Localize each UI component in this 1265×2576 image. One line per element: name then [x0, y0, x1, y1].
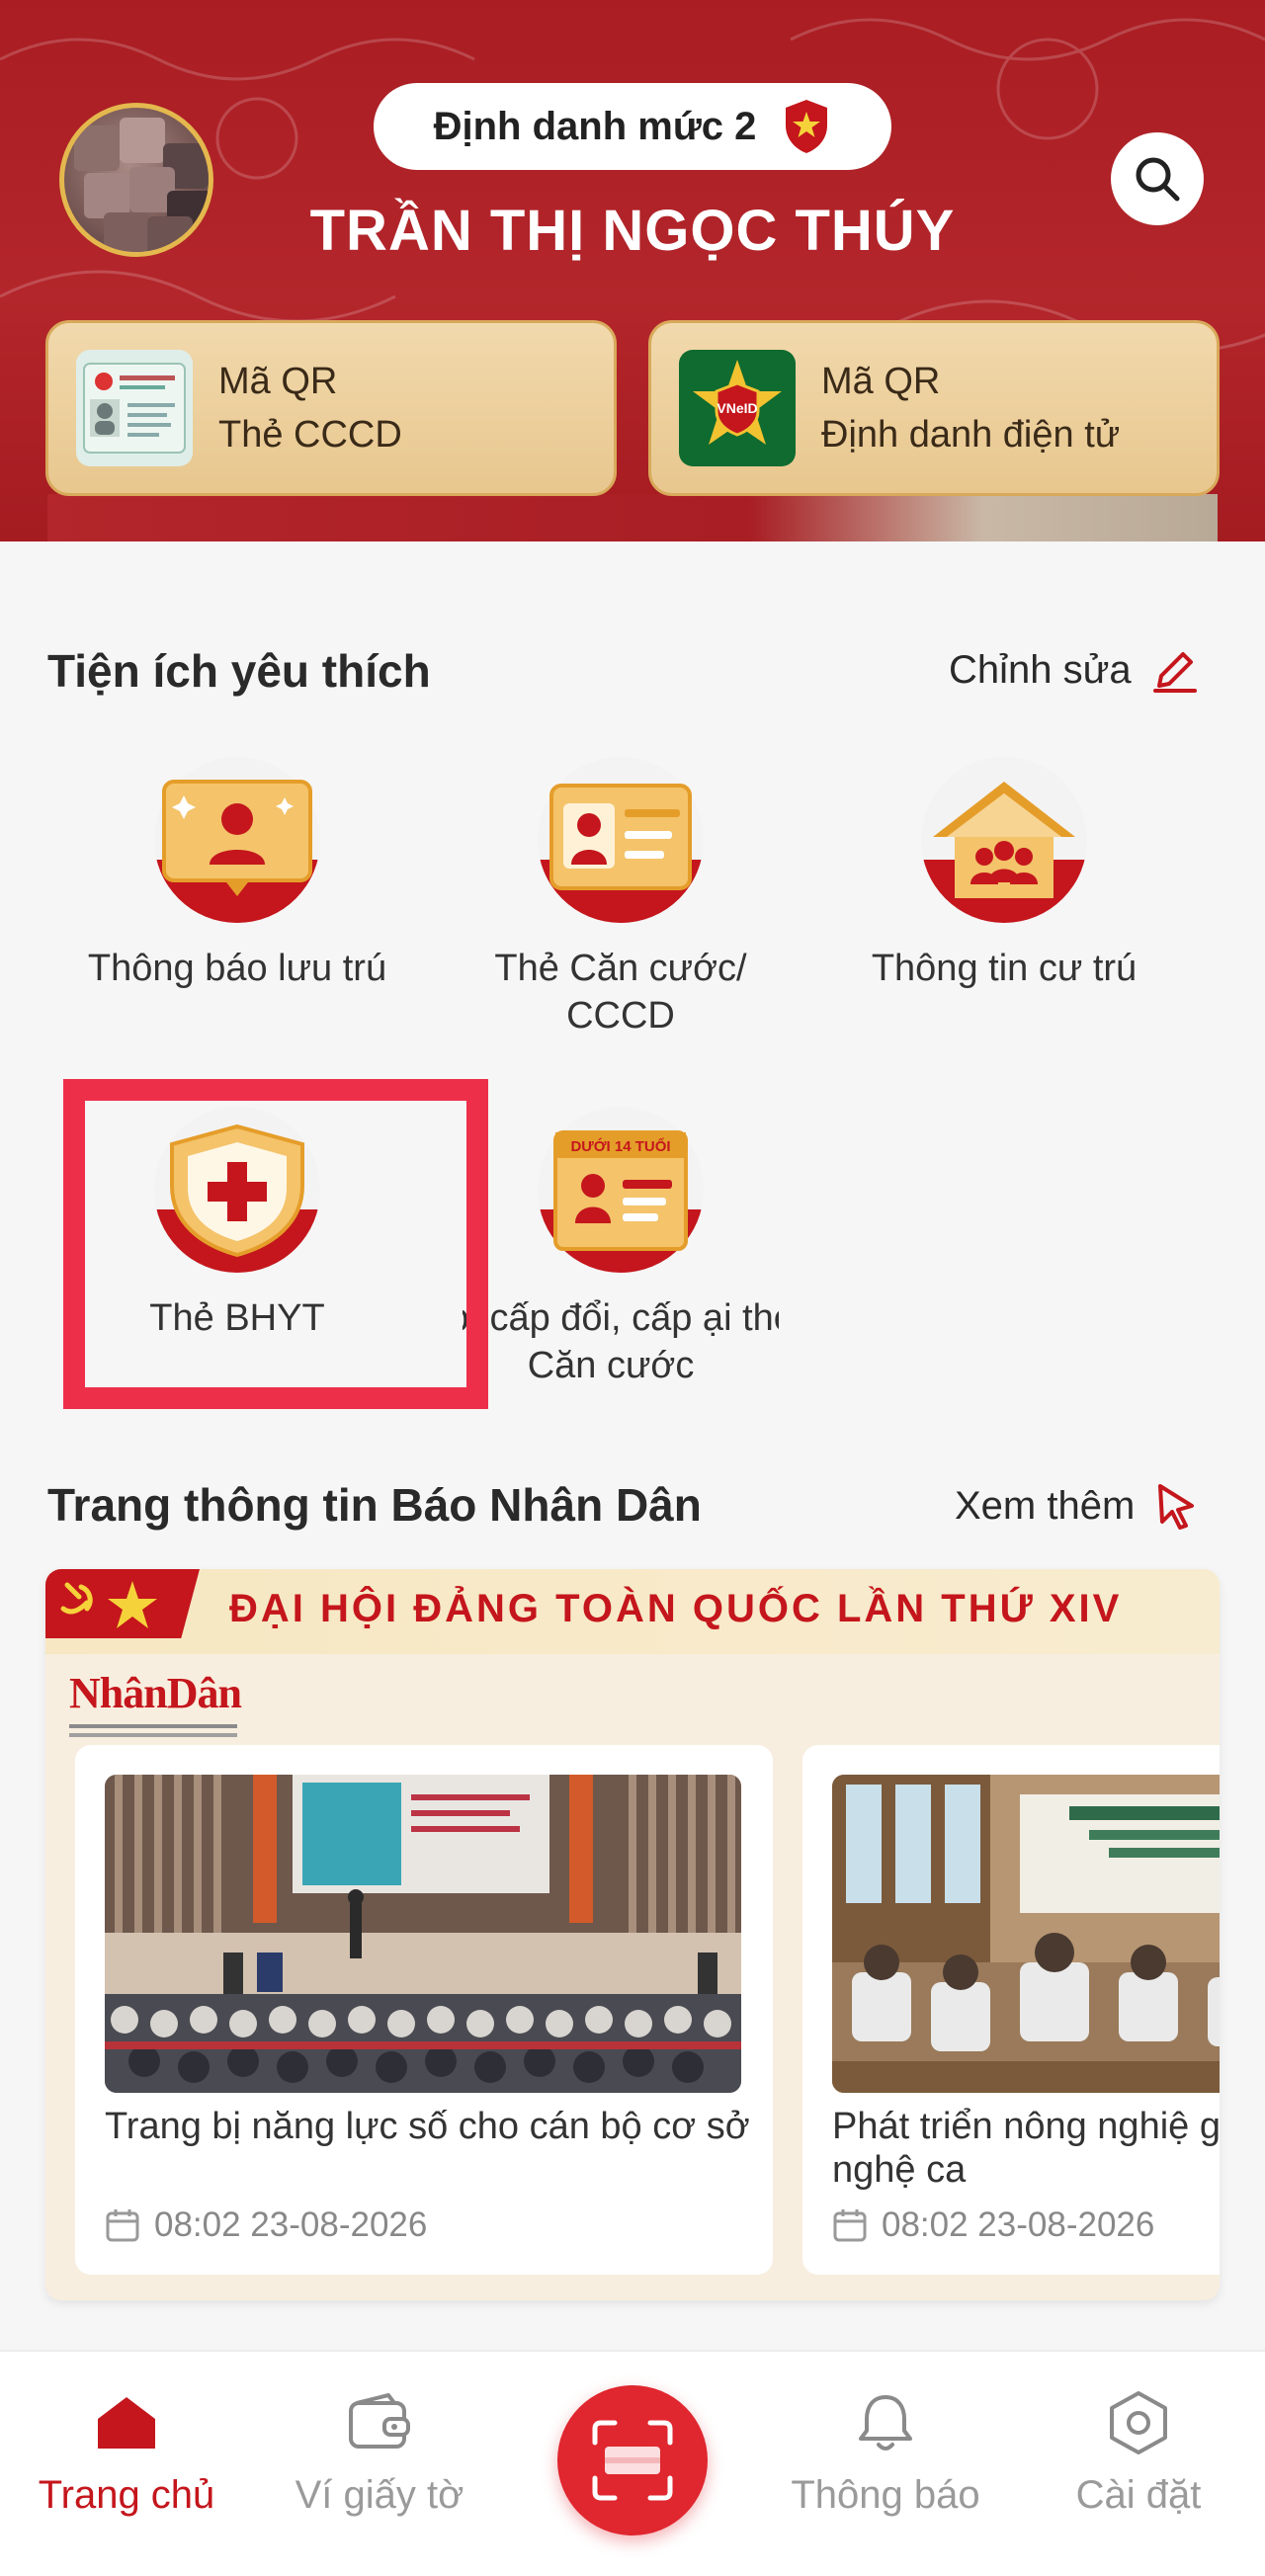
- calendar-icon: [106, 2209, 139, 2242]
- nav-notifications[interactable]: Thông báo: [759, 2391, 1012, 2518]
- identity-level-label: Định danh mức 2: [433, 104, 757, 148]
- favorites-title: Tiện ích yêu thích: [47, 645, 431, 697]
- user-name: TRẦN THỊ NGỌC THÚY: [309, 199, 956, 263]
- pointer-cursor-icon: [1158, 1484, 1195, 1530]
- nav-settings[interactable]: Cài đặt: [1012, 2391, 1265, 2518]
- favorite-residence-notice[interactable]: Thông báo lưu trú: [79, 757, 395, 992]
- news-title: Trang bị năng lực số cho cán bộ cơ sở: [105, 2106, 750, 2147]
- news-meta: 08:02 23-08-2026: [105, 2205, 427, 2245]
- nav-home[interactable]: Trang chủ: [0, 2391, 253, 2518]
- favorite-residence-info[interactable]: Thông tin cư trú: [846, 757, 1162, 992]
- see-more-label: Xem thêm: [955, 1483, 1136, 1528]
- id-card-icon: [76, 350, 193, 466]
- highlight-annotation: [63, 1079, 488, 1409]
- pencil-icon: [1152, 652, 1197, 693]
- news-photo-conference: [105, 1775, 741, 2093]
- vneid-emblem-icon: VNeID: [679, 350, 796, 466]
- home-icon: [98, 2397, 155, 2449]
- news-meta: 08:02 23-08-2026: [832, 2205, 1154, 2245]
- news-title: Phát triển nông nghiệ gắn với công nghệ …: [832, 2106, 1220, 2191]
- wallet-icon: [349, 2393, 410, 2449]
- nav-label: Trang chủ: [38, 2473, 215, 2517]
- favorite-issue-id-card[interactable]: DƯỚI 14 TUỔI ấp, cấp đổi, cấp ại thẻ Căn…: [463, 1107, 779, 1389]
- scan-icon: [592, 2420, 673, 2501]
- news-banner-headline: ĐẠI HỘI ĐẢNG TOÀN QUỐC LẦN THỨ XIV: [229, 1587, 1123, 1630]
- news-banner: ĐẠI HỘI ĐẢNG TOÀN QUỐC LẦN THỨ XIV: [45, 1569, 1220, 1654]
- news-photo-meeting: [832, 1775, 1220, 2093]
- bottom-navigation: Trang chủ Ví giấy tờ Thông báo Cài đặt: [0, 2350, 1265, 2576]
- see-more-button[interactable]: Xem thêm: [955, 1482, 1198, 1530]
- shield-star-icon: [786, 100, 828, 153]
- search-icon: [1136, 157, 1180, 202]
- news-time: 08:02 23-08-2026: [154, 2205, 428, 2244]
- qr-vneid-line2: Định danh điện tử: [821, 414, 1121, 456]
- nav-label: Cài đặt: [1075, 2473, 1202, 2517]
- qr-cccd-card[interactable]: Mã QR Thẻ CCCD: [45, 320, 617, 496]
- nhandan-logo: NhânDân: [69, 1668, 242, 1737]
- favorite-id-card[interactable]: Thẻ Căn cước/ CCCD: [463, 757, 779, 1039]
- tile-label: Thông tin cư trú: [871, 948, 1138, 989]
- id-certificate-icon: DƯỚI 14 TUỔI: [538, 1107, 704, 1273]
- edit-favorites-button[interactable]: Chỉnh sửa: [949, 646, 1199, 694]
- news-section-title: Trang thông tin Báo Nhân Dân: [47, 1479, 702, 1531]
- edit-label: Chỉnh sửa: [949, 647, 1132, 692]
- id-card-tile-icon: [538, 757, 704, 923]
- bell-icon: [859, 2395, 912, 2451]
- nav-label: Ví giấy tờ: [295, 2473, 464, 2517]
- header-banner-strip: [47, 494, 1218, 541]
- identity-level-badge[interactable]: Định danh mức 2: [374, 83, 891, 170]
- under-14-badge: DƯỚI 14 TUỔI: [570, 1137, 670, 1155]
- party-flag-icon: [45, 1569, 200, 1638]
- tile-label: Thông báo lưu trú: [87, 948, 387, 989]
- tile-label: ấp, cấp đổi, cấp ại thẻ Căn cước: [463, 1297, 779, 1386]
- news-card[interactable]: Trang bị năng lực số cho cán bộ cơ sở 08…: [75, 1745, 773, 2275]
- qr-vneid-line1: Mã QR: [821, 361, 941, 402]
- qr-cccd-line2: Thẻ CCCD: [218, 414, 402, 456]
- logo-text: NhânDân: [69, 1669, 242, 1717]
- settings-icon: [1110, 2391, 1167, 2454]
- news-panel: ĐẠI HỘI ĐẢNG TOÀN QUỐC LẦN THỨ XIV NhânD…: [45, 1569, 1220, 2300]
- profile-header: Định danh mức 2 TRẦN THỊ NGỌC THÚY Mã QR…: [0, 0, 1265, 541]
- house-icon: [921, 757, 1087, 923]
- qr-cccd-line1: Mã QR: [218, 361, 338, 402]
- vneid-badge-text: VNeID: [717, 400, 757, 416]
- scan-button[interactable]: [557, 2385, 708, 2535]
- qr-vneid-card[interactable]: VNeID Mã QR Định danh điện tử: [648, 320, 1220, 496]
- calendar-icon: [833, 2209, 867, 2242]
- tile-label: Thẻ Căn cước/ CCCD: [494, 948, 747, 1037]
- news-time: 08:02 23-08-2026: [882, 2205, 1155, 2244]
- news-card[interactable]: Phát triển nông nghiệ gắn với công nghệ …: [802, 1745, 1220, 2275]
- residence-notice-icon: [154, 757, 320, 923]
- nav-label: Thông báo: [791, 2473, 980, 2517]
- nav-wallet[interactable]: Ví giấy tờ: [253, 2391, 506, 2518]
